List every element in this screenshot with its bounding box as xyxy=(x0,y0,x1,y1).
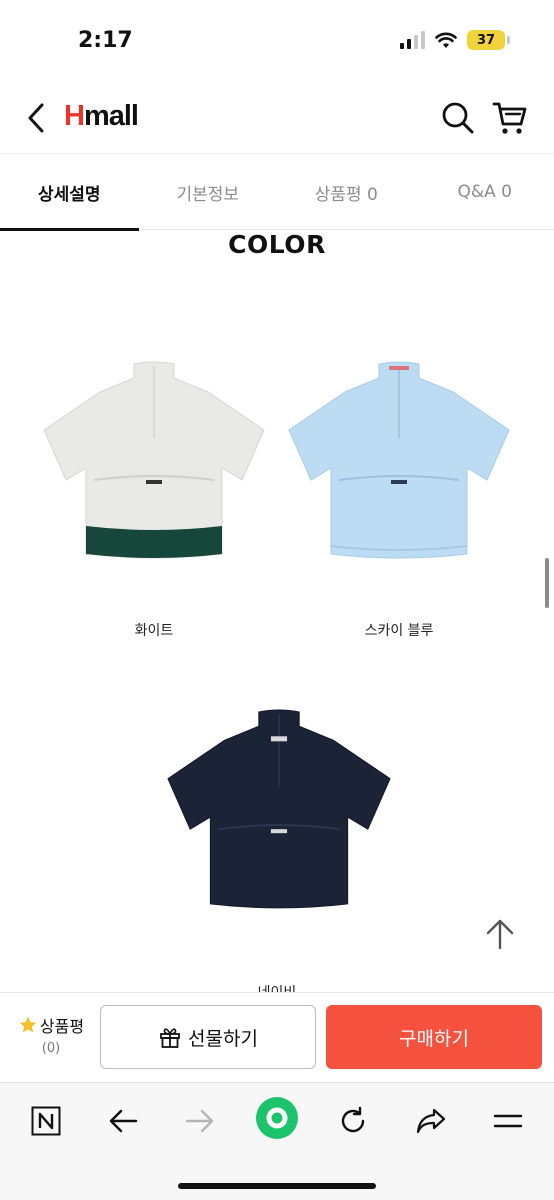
logo-text: mall xyxy=(83,100,139,132)
product-caption-white: 화이트 xyxy=(134,623,174,639)
gift-label: 선물하기 xyxy=(188,1027,258,1050)
gift-button[interactable]: 선물하기 xyxy=(100,1005,316,1069)
browser-forward-button[interactable] xyxy=(178,1099,222,1143)
hmall-logo[interactable]: Hmall xyxy=(64,100,139,133)
buy-label: 구매하기 xyxy=(399,1027,469,1050)
product-image-white[interactable] xyxy=(42,358,266,570)
review-label: 상품평 xyxy=(39,1017,85,1036)
browser-home-button[interactable] xyxy=(254,1095,300,1141)
scroll-to-top-icon xyxy=(486,919,514,950)
tab-qna[interactable]: Q&A 0 xyxy=(416,154,554,230)
purchase-bar: 상품평 (0) 선물하기 구매하기 xyxy=(0,992,554,1082)
share-button[interactable] xyxy=(409,1099,453,1143)
review-count: (0) xyxy=(41,1041,61,1056)
share-icon xyxy=(416,1108,446,1134)
battery-level: 37 xyxy=(467,30,505,50)
home-indicator xyxy=(178,1183,376,1189)
color-section-title: COLOR xyxy=(228,230,326,259)
reload-button[interactable] xyxy=(331,1099,375,1143)
status-bar: 2:17 37 xyxy=(0,0,554,80)
cart-button[interactable] xyxy=(490,98,530,138)
gift-icon xyxy=(160,1028,180,1048)
cart-icon xyxy=(492,102,527,134)
star-icon xyxy=(19,1016,37,1033)
back-arrow-icon xyxy=(28,103,44,133)
arrow-left-icon xyxy=(109,1109,138,1133)
home-dot-icon xyxy=(256,1097,298,1139)
arrow-right-icon xyxy=(185,1109,214,1133)
back-button[interactable] xyxy=(18,98,54,138)
detail-tabs: 상세설명 기본정보 상품평 0 Q&A 0 xyxy=(0,154,554,231)
app-header: Hmall xyxy=(0,80,554,154)
status-time: 2:17 xyxy=(78,28,133,53)
review-shortcut[interactable]: 상품평 (0) xyxy=(10,1013,92,1063)
product-caption-navy: 네이비 xyxy=(177,982,377,992)
buy-button[interactable]: 구매하기 xyxy=(326,1005,542,1069)
signal-icon xyxy=(400,31,425,49)
scroll-to-top-button[interactable] xyxy=(476,910,524,958)
product-image-skyblue[interactable] xyxy=(286,358,512,570)
tab-detail[interactable]: 상세설명 xyxy=(0,154,139,231)
search-button[interactable] xyxy=(438,98,478,138)
status-icons: 37 xyxy=(400,30,510,50)
logo-h: H xyxy=(64,100,85,132)
product-image-navy[interactable] xyxy=(162,706,396,920)
menu-icon xyxy=(493,1114,523,1128)
tab-reviews[interactable]: 상품평 0 xyxy=(277,154,416,230)
browser-toolbar xyxy=(0,1082,554,1200)
product-caption-skyblue: 스카이 블루 xyxy=(364,623,434,639)
review-label-row: 상품평 xyxy=(10,1013,92,1037)
search-icon xyxy=(442,102,474,134)
wifi-icon xyxy=(435,32,457,48)
browser-back-button[interactable] xyxy=(101,1099,145,1143)
scrollbar[interactable] xyxy=(545,558,549,608)
menu-button[interactable] xyxy=(486,1099,530,1143)
naver-button[interactable] xyxy=(24,1099,68,1143)
tab-basic-info[interactable]: 기본정보 xyxy=(139,154,278,230)
reload-icon xyxy=(341,1106,365,1133)
battery-icon: 37 xyxy=(467,30,510,50)
n-icon xyxy=(31,1106,61,1136)
